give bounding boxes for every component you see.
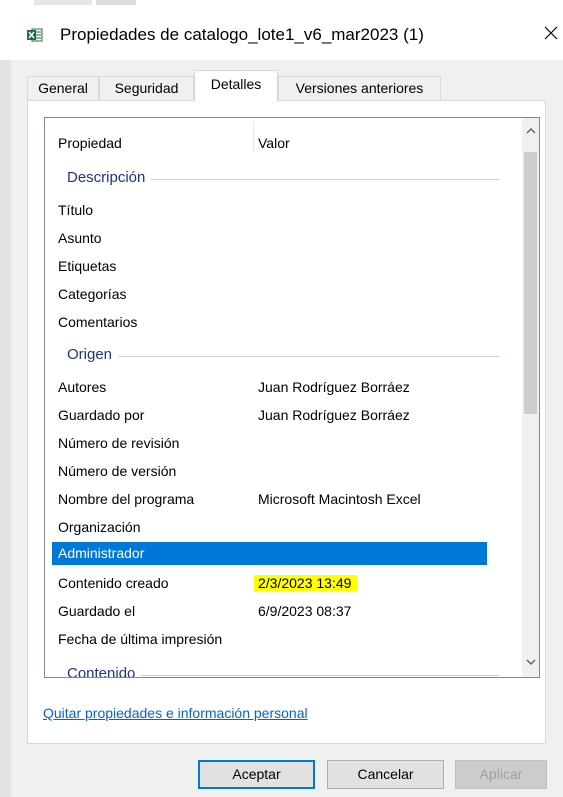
group-header-origin[interactable]: Origen — [45, 343, 523, 365]
highlight-marker: 2/3/2023 13:49 — [254, 575, 358, 591]
column-header: Propiedad Valor — [45, 118, 523, 154]
tab-detalles[interactable]: Detalles — [194, 70, 278, 102]
row-property: Fecha de última impresión — [58, 631, 223, 647]
tab-versiones-anteriores[interactable]: Versiones anteriores — [278, 76, 441, 100]
ok-button[interactable]: Aceptar — [198, 760, 315, 789]
table-row[interactable]: Asunto — [45, 224, 523, 252]
scroll-down-button[interactable] — [522, 654, 539, 671]
scroll-up-button[interactable] — [522, 122, 539, 139]
tab-strip: General Seguridad Detalles Versiones ant… — [27, 70, 547, 102]
row-value-highlighted: 2/3/2023 13:49 — [254, 575, 358, 591]
remove-properties-link[interactable]: Quitar propiedades e información persona… — [43, 705, 308, 721]
row-property: Asunto — [58, 230, 102, 246]
scroll-thumb[interactable] — [524, 152, 537, 414]
table-row[interactable]: Nombre del programa Microsoft Macintosh … — [45, 485, 523, 513]
row-property: Guardado el — [58, 603, 136, 619]
window-title: Propiedades de catalogo_lote1_v6_mar2023… — [60, 25, 424, 44]
group-label: Origen — [67, 346, 119, 363]
row-property: Número de versión — [58, 463, 177, 479]
table-row[interactable]: Número de versión — [45, 457, 523, 485]
table-row-selected[interactable]: Administrador — [52, 542, 487, 565]
excel-file-icon — [27, 28, 43, 42]
row-property: Administrador — [58, 545, 145, 561]
group-label: Descripción — [67, 169, 152, 186]
vertical-scrollbar[interactable] — [522, 118, 539, 677]
table-row[interactable]: Número de revisión — [45, 429, 523, 457]
row-property: Número de revisión — [58, 435, 180, 451]
chevron-down-icon — [526, 659, 535, 665]
row-property: Organización — [58, 519, 141, 535]
column-header-value[interactable]: Valor — [258, 135, 290, 151]
row-property: Etiquetas — [58, 258, 117, 274]
tab-seguridad[interactable]: Seguridad — [99, 76, 194, 100]
row-value: 6/9/2023 08:37 — [258, 603, 352, 619]
row-property: Guardado por — [58, 407, 145, 423]
table-row[interactable]: Título — [45, 196, 523, 224]
close-icon — [544, 26, 558, 40]
row-value: Microsoft Macintosh Excel — [258, 491, 421, 507]
chevron-up-icon — [526, 128, 535, 134]
row-property: Nombre del programa — [58, 491, 195, 507]
table-row[interactable]: Comentarios — [45, 308, 523, 336]
group-label: Contenido — [67, 665, 142, 677]
group-header-description[interactable]: Descripción — [45, 166, 523, 188]
tab-general[interactable]: General — [27, 76, 99, 100]
row-property: Autores — [58, 379, 107, 395]
row-value: Juan Rodríguez Borráez — [258, 379, 410, 395]
cancel-button[interactable]: Cancelar — [327, 760, 444, 789]
table-row[interactable]: Guardado el 6/9/2023 08:37 — [45, 597, 523, 625]
row-property: Categorías — [58, 286, 127, 302]
table-row[interactable]: Etiquetas — [45, 252, 523, 280]
table-row[interactable]: Autores Juan Rodríguez Borráez — [45, 373, 523, 401]
row-property: Título — [58, 202, 94, 218]
row-property: Comentarios — [58, 314, 138, 330]
column-separator[interactable] — [253, 122, 254, 152]
background-window-fragment — [0, 0, 563, 8]
properties-list[interactable]: Propiedad Valor Descripción Título Asunt… — [44, 117, 540, 678]
apply-button[interactable]: Aplicar — [455, 760, 547, 789]
column-header-property[interactable]: Propiedad — [58, 135, 122, 151]
title-bar: Propiedades de catalogo_lote1_v6_mar2023… — [0, 8, 563, 60]
group-divider — [67, 356, 499, 357]
table-row[interactable]: Organización — [45, 513, 523, 541]
close-button[interactable] — [540, 18, 562, 48]
table-row[interactable]: Fecha de última impresión — [45, 625, 523, 653]
table-row[interactable]: Guardado por Juan Rodríguez Borráez — [45, 401, 523, 429]
row-property: Contenido creado — [58, 575, 169, 591]
group-header-content[interactable]: Contenido — [45, 662, 523, 677]
table-row[interactable]: Categorías — [45, 280, 523, 308]
table-row[interactable]: Contenido creado 2/3/2023 13:49 — [45, 569, 523, 597]
window-edge — [0, 60, 11, 797]
row-value: Juan Rodríguez Borráez — [258, 407, 410, 423]
